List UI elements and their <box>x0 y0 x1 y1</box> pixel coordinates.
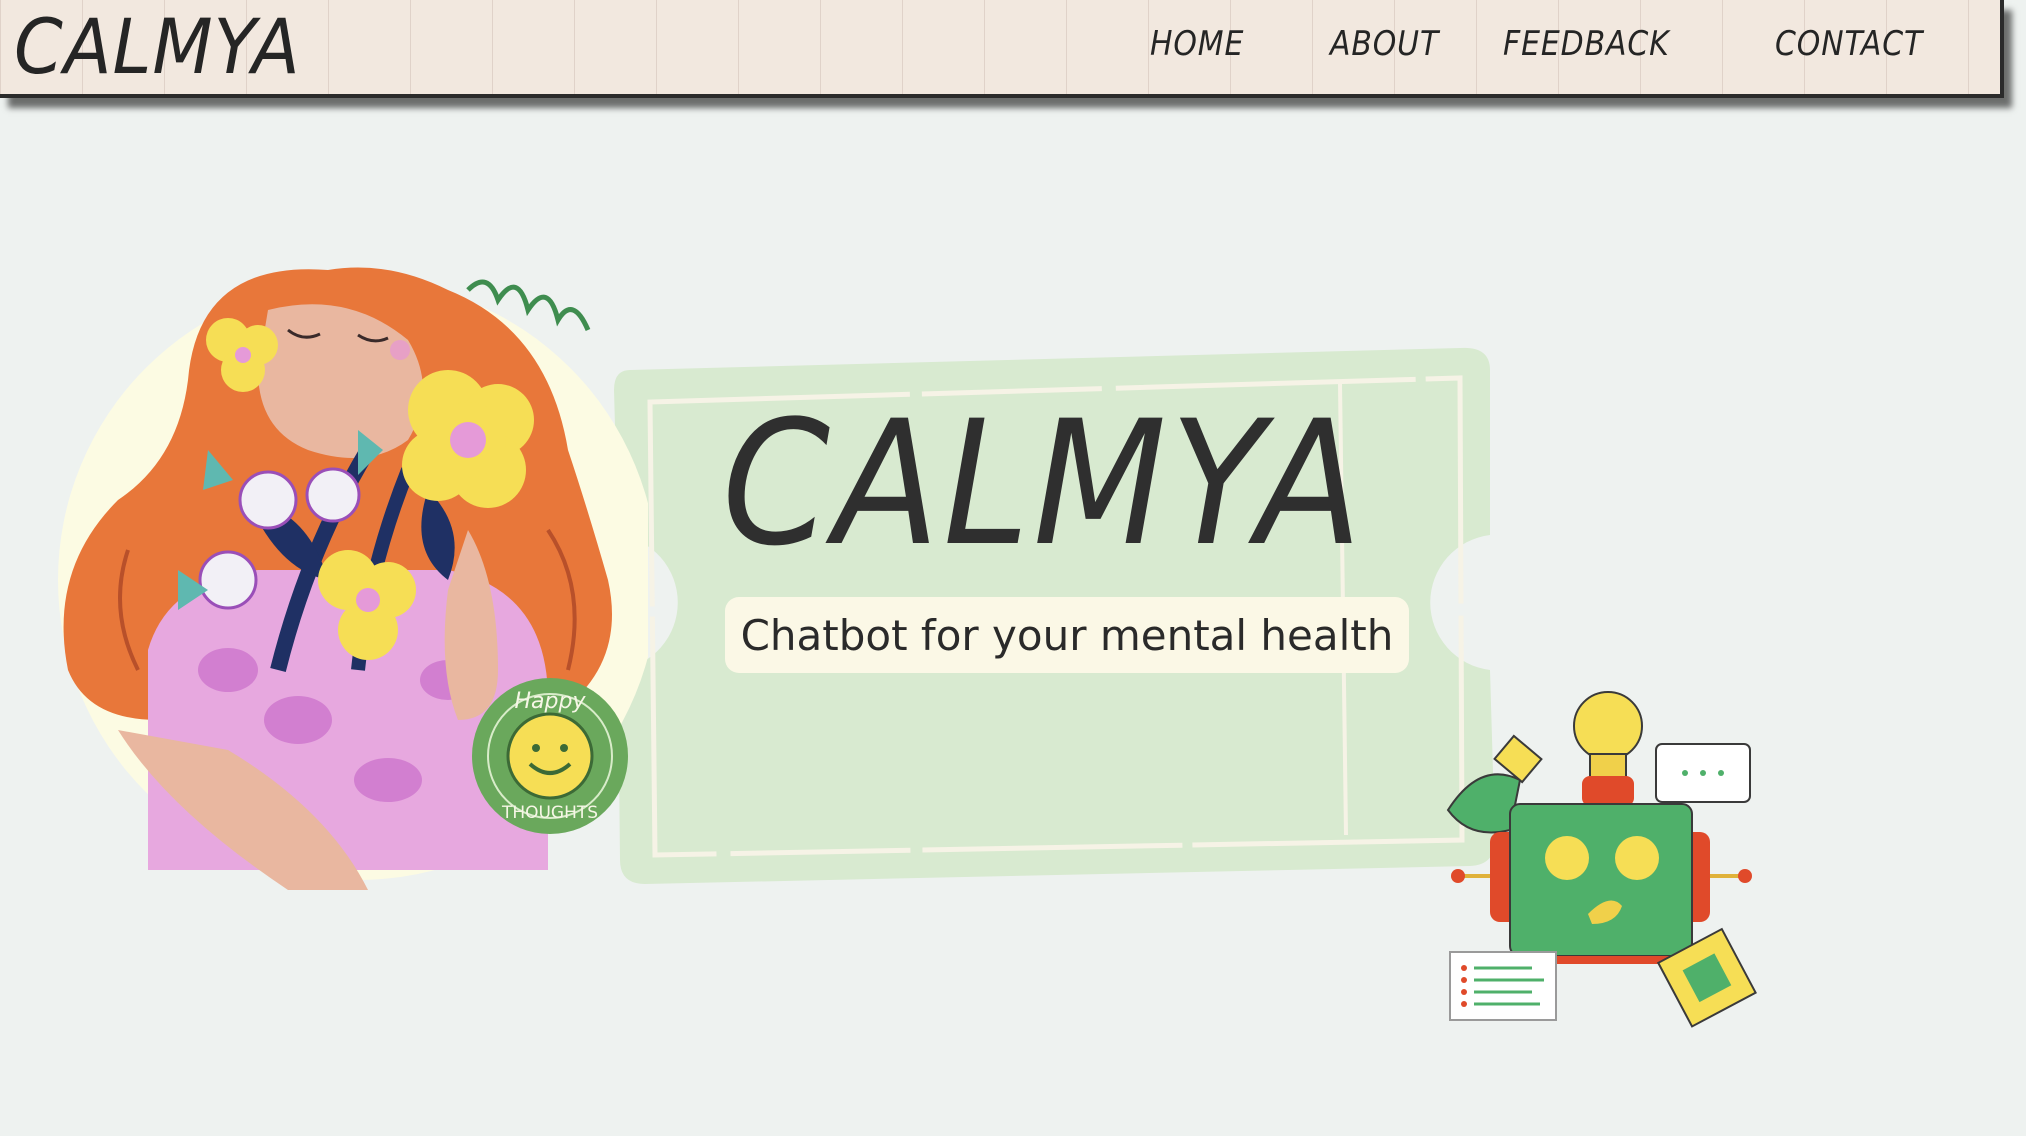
robot-illustration <box>1446 691 1757 1028</box>
brand-logo-text[interactable]: CALMYA <box>14 2 301 91</box>
badge-top-text: Happy <box>515 689 587 714</box>
top-navbar: CALMYA HOME ABOUT FEEDBACK CONTACT <box>0 0 2004 98</box>
hero-title: CALMYA <box>722 383 1366 584</box>
hero-subtitle: Chatbot for your mental health <box>725 597 1409 673</box>
happy-thoughts-badge: Happy THOUGHTS <box>472 678 628 834</box>
nav-contact-link[interactable]: CONTACT <box>1775 24 1923 64</box>
badge-bottom-text: THOUGHTS <box>501 803 598 823</box>
nav-home-link[interactable]: HOME <box>1150 24 1244 64</box>
nav-about-link[interactable]: ABOUT <box>1330 24 1439 64</box>
nav-feedback-link[interactable]: FEEDBACK <box>1503 24 1670 64</box>
